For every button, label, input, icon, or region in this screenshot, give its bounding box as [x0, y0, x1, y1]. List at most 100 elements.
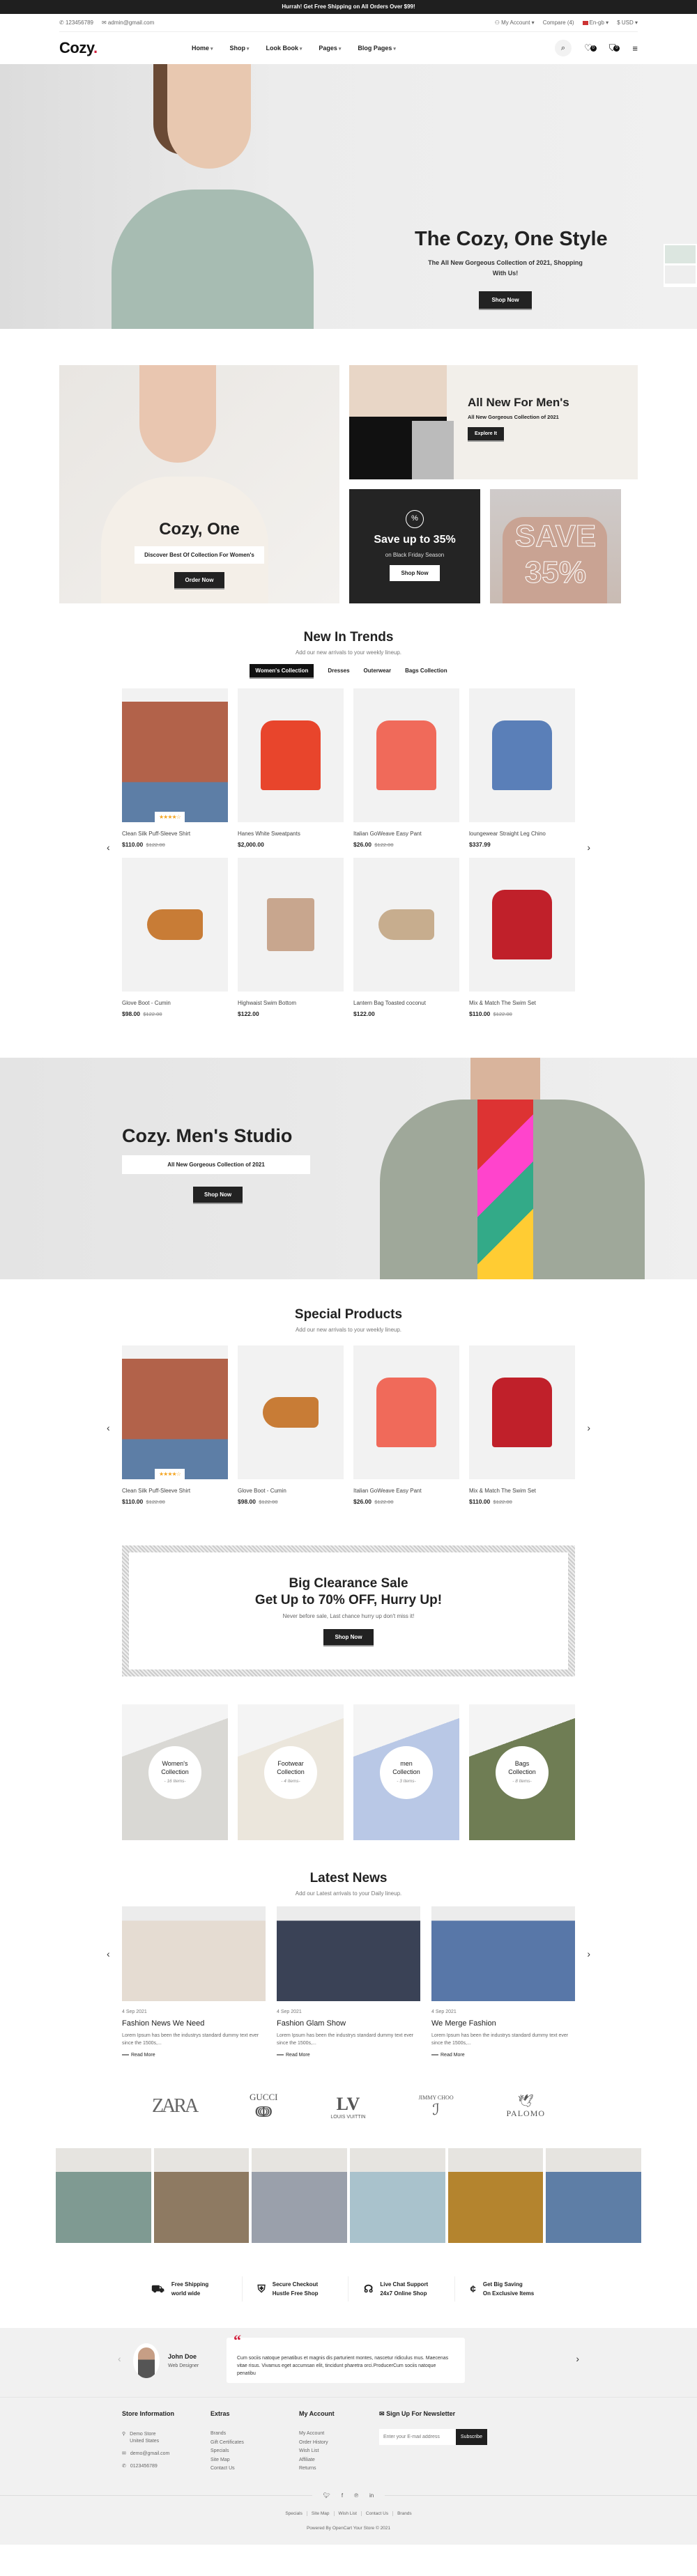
- footer-link[interactable]: Brands: [210, 2431, 299, 2436]
- product-name[interactable]: Glove Boot - Cumin: [238, 1488, 344, 1494]
- footer-bottom-link[interactable]: Site Map: [307, 2511, 335, 2516]
- sale-shop-now-button[interactable]: Shop Now: [390, 565, 440, 581]
- brand-palomo[interactable]: 🕊 PALOMO: [506, 2094, 545, 2119]
- next-arrow-icon[interactable]: ›: [587, 1422, 590, 1433]
- product-card[interactable]: Lantern Bag Toasted coconut $122.00: [353, 858, 459, 1017]
- footer-link[interactable]: Contact Us: [210, 2466, 299, 2471]
- nav-look-book[interactable]: Look Book: [266, 45, 302, 52]
- footer-bottom-link[interactable]: Specials: [281, 2511, 307, 2516]
- product-card[interactable]: Mix & Match The Swim Set $110.00 $122.00: [469, 858, 575, 1017]
- prev-arrow-icon[interactable]: ‹: [107, 1948, 110, 1959]
- nav-pages[interactable]: Pages: [319, 45, 341, 52]
- footer-bottom-link[interactable]: Brands: [393, 2511, 416, 2516]
- next-arrow-icon[interactable]: ›: [576, 2353, 579, 2364]
- category-card[interactable]: men Collection - 3 Items-: [353, 1704, 459, 1840]
- instagram-photo[interactable]: [447, 2148, 544, 2243]
- product-name[interactable]: Hanes White Sweatpants: [238, 831, 344, 837]
- tab-dresses[interactable]: Dresses: [328, 664, 349, 679]
- product-card[interactable]: ★★★★☆ Clean Silk Puff-Sleeve Shirt $110.00…: [122, 1345, 228, 1505]
- nav-blog-pages[interactable]: Blog Pages: [358, 45, 395, 52]
- footer-bottom-link[interactable]: Contact Us: [361, 2511, 394, 2516]
- men-banner[interactable]: All New For Men's All New Gorgeous Colle…: [349, 365, 638, 479]
- footer-link[interactable]: Site Map: [210, 2458, 299, 2462]
- prev-arrow-icon[interactable]: ‹: [107, 1422, 110, 1433]
- cart-button[interactable]: ⛉0: [609, 43, 620, 54]
- news-card[interactable]: 4 Sep 2021 Fashion News We Need Lorem Ipsu…: [122, 1906, 266, 2058]
- slide-thumb[interactable]: [665, 245, 696, 263]
- language-dropdown[interactable]: En-gb ▾: [582, 20, 608, 26]
- product-card[interactable]: loungewear Straight Leg Chino $337.99: [469, 688, 575, 848]
- product-name[interactable]: Clean Silk Puff-Sleeve Shirt: [122, 1488, 228, 1494]
- twitter-icon[interactable]: 🐦︎: [323, 2492, 330, 2499]
- newsletter-email-input[interactable]: [379, 2429, 456, 2445]
- product-name[interactable]: Highwaist Swim Bottom: [238, 1000, 344, 1006]
- product-card[interactable]: Italian GoWeave Easy Pant $26.00 $122.00: [353, 1345, 459, 1505]
- slide-thumb[interactable]: [665, 265, 696, 284]
- sale-banner[interactable]: % Save up to 35% on Black Friday Season …: [349, 489, 480, 603]
- instagram-photo[interactable]: [153, 2148, 250, 2243]
- product-name[interactable]: Italian GoWeave Easy Pant: [353, 831, 459, 837]
- currency-dropdown[interactable]: $ USD ▾: [617, 20, 638, 26]
- product-card[interactable]: Glove Boot - Cumin $98.00 $122.00: [122, 858, 228, 1017]
- menu-button[interactable]: ≡: [632, 43, 638, 54]
- nav-shop[interactable]: Shop: [229, 45, 249, 52]
- news-image[interactable]: [431, 1906, 575, 2001]
- wishlist-button[interactable]: ♡0: [584, 43, 597, 54]
- product-name[interactable]: Clean Silk Puff-Sleeve Shirt: [122, 831, 228, 837]
- women-banner[interactable]: Cozy, One Discover Best Of Collection Fo…: [59, 365, 339, 603]
- news-image[interactable]: [122, 1906, 266, 2001]
- compare-link[interactable]: Compare (4): [543, 20, 574, 26]
- news-title[interactable]: We Merge Fashion: [431, 2019, 575, 2028]
- product-image[interactable]: [469, 858, 575, 992]
- product-image[interactable]: [353, 1345, 459, 1479]
- product-image[interactable]: [238, 688, 344, 822]
- logo[interactable]: Cozy.: [59, 39, 192, 57]
- product-name[interactable]: Mix & Match The Swim Set: [469, 1488, 575, 1494]
- product-image[interactable]: ★★★★☆: [122, 688, 228, 822]
- brand-zara[interactable]: ZARA: [152, 2095, 199, 2118]
- brand-gucci[interactable]: GUCCI ↈ: [250, 2092, 277, 2121]
- product-image[interactable]: ★★★★☆: [122, 1345, 228, 1479]
- read-more-link[interactable]: Read More: [122, 2053, 266, 2058]
- brand-louis-vuitton[interactable]: LV LOUIS VUITTIN: [330, 2094, 365, 2120]
- footer-link[interactable]: Gift Certificates: [210, 2440, 299, 2445]
- linkedin-icon[interactable]: in: [369, 2492, 374, 2499]
- order-now-button[interactable]: Order Now: [174, 572, 225, 589]
- product-image[interactable]: [353, 858, 459, 992]
- instagram-photo[interactable]: [56, 2148, 151, 2243]
- footer-link[interactable]: Affiliate: [299, 2458, 358, 2462]
- news-card[interactable]: 4 Sep 2021 We Merge Fashion Lorem Ipsum ha…: [431, 1906, 575, 2058]
- hero-shop-now-button[interactable]: Shop Now: [479, 291, 532, 310]
- prev-arrow-icon[interactable]: ‹: [107, 842, 110, 853]
- news-card[interactable]: 4 Sep 2021 Fashion Glam Show Lorem Ipsum h…: [277, 1906, 420, 2058]
- news-title[interactable]: Fashion News We Need: [122, 2019, 266, 2028]
- read-more-link[interactable]: Read More: [431, 2053, 575, 2058]
- instagram-photo[interactable]: [252, 2148, 347, 2243]
- instagram-photo[interactable]: [546, 2148, 641, 2243]
- pinterest-icon[interactable]: ℗: [354, 2492, 358, 2499]
- news-image[interactable]: [277, 1906, 420, 2001]
- instagram-photo[interactable]: [350, 2148, 445, 2243]
- product-name[interactable]: Glove Boot - Cumin: [122, 1000, 228, 1006]
- nav-home[interactable]: Home: [192, 45, 213, 52]
- studio-shop-now-button[interactable]: Shop Now: [193, 1187, 243, 1204]
- product-card[interactable]: Hanes White Sweatpants $2,000.00: [238, 688, 344, 848]
- product-card[interactable]: Italian GoWeave Easy Pant $26.00 $122.00: [353, 688, 459, 848]
- brand-jimmy-choo[interactable]: JIMMY CHOO ℐ: [418, 2095, 453, 2119]
- footer-link[interactable]: Specials: [210, 2448, 299, 2453]
- product-name[interactable]: Mix & Match The Swim Set: [469, 1000, 575, 1006]
- product-name[interactable]: Italian GoWeave Easy Pant: [353, 1488, 459, 1494]
- product-image[interactable]: [469, 1345, 575, 1479]
- category-card[interactable]: Bags Collection - 8 Items-: [469, 1704, 575, 1840]
- tab-bags-collection[interactable]: Bags Collection: [405, 664, 447, 679]
- news-title[interactable]: Fashion Glam Show: [277, 2019, 420, 2028]
- product-image[interactable]: [353, 688, 459, 822]
- tab-outerwear[interactable]: Outerwear: [364, 664, 392, 679]
- save-banner[interactable]: SAVE 35%: [490, 489, 621, 603]
- footer-link[interactable]: Returns: [299, 2466, 358, 2471]
- search-button[interactable]: ⌕: [554, 40, 572, 56]
- product-image[interactable]: [238, 1345, 344, 1479]
- product-card[interactable]: ★★★★☆ Clean Silk Puff-Sleeve Shirt $110.00…: [122, 688, 228, 848]
- subscribe-button[interactable]: Subscribe: [456, 2429, 487, 2445]
- footer-bottom-link[interactable]: Wish List: [334, 2511, 362, 2516]
